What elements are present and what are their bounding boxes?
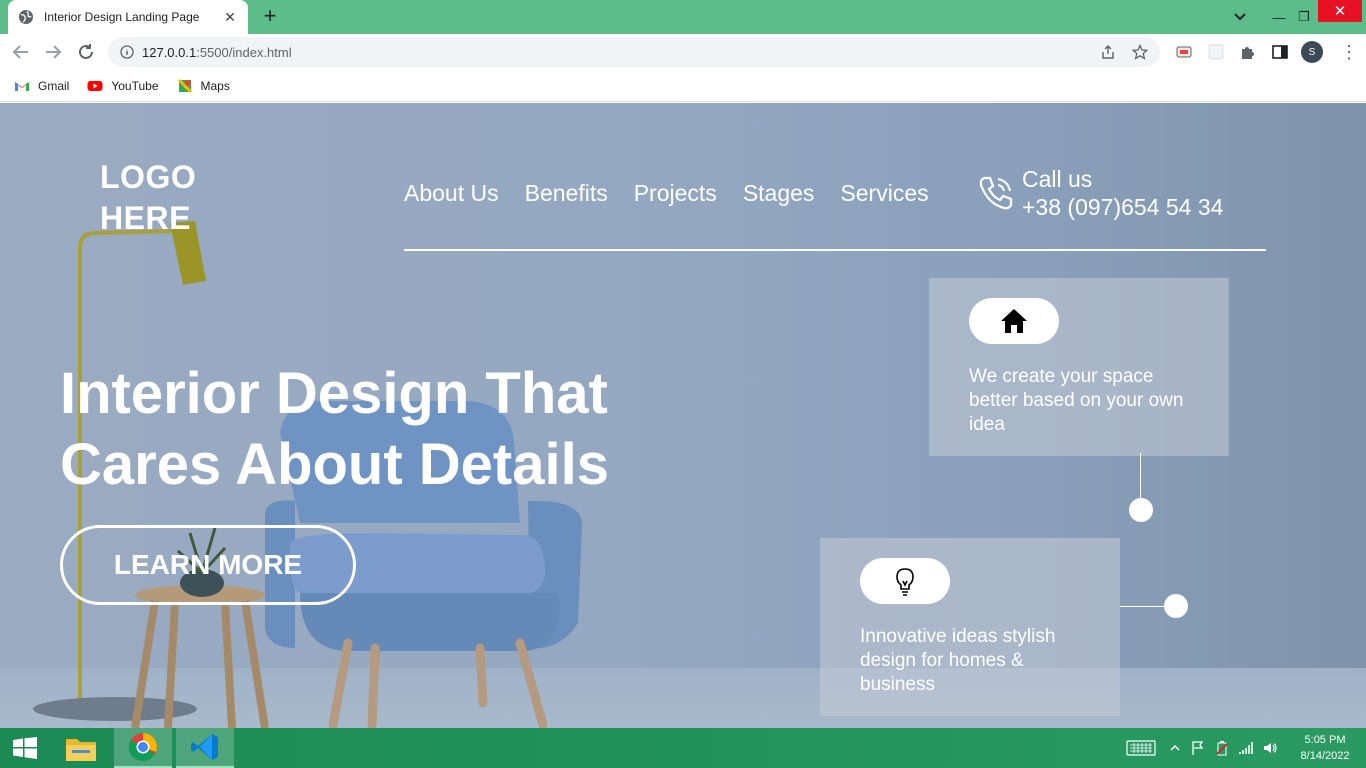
landing-page: LOGO HERE About Us Benefits Projects Sta… (0, 103, 1366, 728)
network-icon[interactable] (1238, 740, 1254, 756)
site-info-icon[interactable] (120, 45, 134, 59)
call-us-label: Call us (1022, 166, 1093, 192)
gmail-icon (15, 81, 29, 91)
house-icon (1001, 309, 1027, 333)
connector-line-vertical (1140, 453, 1141, 503)
chrome-taskbar-button[interactable] (114, 728, 172, 768)
system-tray (1126, 728, 1278, 768)
reload-icon[interactable] (75, 41, 97, 63)
browser-toolbar: 127.0.0.1:5500/index.html S ⋮ (0, 34, 1366, 70)
connector-line-horizontal (1120, 606, 1164, 607)
hero-line-2: Cares About Details (60, 432, 609, 497)
tab-search-icon[interactable] (1230, 6, 1250, 26)
learn-more-button[interactable]: LEARN MORE (60, 525, 356, 605)
connector-dot (1129, 498, 1153, 522)
bookmark-star-icon[interactable] (1132, 44, 1148, 60)
nav-projects[interactable]: Projects (634, 180, 717, 207)
flag-icon[interactable] (1190, 740, 1206, 756)
url-host: 127.0.0.1 (142, 44, 197, 60)
tab-title: Interior Design Landing Page (44, 10, 200, 24)
feature-card-space: We create your space better based on you… (929, 278, 1229, 456)
globe-icon (19, 10, 33, 24)
nav-about-us[interactable]: About Us (404, 180, 499, 207)
clock-date: 8/14/2022 (1300, 750, 1350, 762)
puzzle-extensions-icon[interactable] (1239, 43, 1257, 61)
close-window-button[interactable]: ✕ (1318, 0, 1362, 22)
phone-icon (979, 176, 1013, 210)
connector-dot (1164, 594, 1188, 618)
card-text: Innovative ideas stylish design for home… (860, 626, 1056, 695)
card-icon-pill (969, 298, 1059, 344)
profile-avatar[interactable]: S (1301, 41, 1323, 63)
call-us-block[interactable]: Call us +38 (097)654 54 34 (976, 165, 1223, 221)
file-explorer-button[interactable] (52, 728, 110, 768)
card-text: We create your space better based on you… (969, 366, 1184, 435)
nav-services[interactable]: Services (840, 180, 928, 207)
phone-number: +38 (097)654 54 34 (1022, 194, 1224, 220)
main-nav: About Us Benefits Projects Stages Servic… (404, 180, 929, 207)
side-panel-icon[interactable] (1271, 43, 1289, 61)
forward-arrow-icon[interactable] (42, 41, 64, 63)
bookmark-label: Maps (200, 78, 230, 93)
tab-close-icon[interactable]: ✕ (222, 9, 238, 26)
hero-heading: Interior Design That Cares About Details (60, 358, 609, 500)
bookmark-gmail[interactable]: Gmail (14, 78, 69, 94)
browser-tab[interactable]: Interior Design Landing Page ✕ (8, 0, 248, 34)
tab-strip: Interior Design Landing Page ✕ + — ❐ ✕ (0, 0, 1366, 34)
windows-logo-icon (13, 737, 37, 759)
card-icon-pill (860, 558, 950, 604)
folder-icon (66, 739, 96, 761)
start-button[interactable] (0, 728, 50, 768)
maps-icon (177, 78, 192, 93)
bookmark-label: YouTube (111, 78, 159, 93)
clock-time: 5:05 PM (1304, 734, 1346, 746)
keyboard-icon[interactable] (1126, 739, 1156, 757)
system-clock[interactable]: 5:05 PM 8/14/2022 (1290, 732, 1360, 764)
bookmark-youtube[interactable]: YouTube (87, 78, 159, 94)
nav-divider (404, 249, 1266, 251)
nav-benefits[interactable]: Benefits (525, 180, 608, 207)
site-logo[interactable]: LOGO HERE (100, 157, 196, 239)
url-text: 127.0.0.1:5500/index.html (142, 45, 1100, 60)
vscode-icon (191, 734, 218, 760)
restore-button[interactable]: ❐ (1294, 0, 1314, 34)
minimize-button[interactable]: — (1264, 0, 1294, 34)
back-arrow-icon[interactable] (10, 41, 32, 63)
nav-stages[interactable]: Stages (743, 180, 815, 207)
lightbulb-icon (896, 568, 914, 596)
share-icon[interactable] (1100, 44, 1116, 60)
extension-icon[interactable] (1207, 43, 1225, 61)
cast-extension-icon[interactable] (1175, 43, 1193, 61)
youtube-icon (87, 80, 103, 91)
chevron-up-icon[interactable] (1168, 741, 1182, 755)
volume-icon[interactable] (1262, 740, 1278, 756)
browser-menu-icon[interactable]: ⋮ (1340, 42, 1358, 62)
logo-line-2: HERE (100, 200, 191, 236)
armchair-legs (328, 638, 548, 728)
bookmark-label: Gmail (38, 78, 70, 93)
url-path: :5500/index.html (196, 44, 292, 60)
chrome-icon (128, 733, 157, 762)
logo-line-1: LOGO (100, 159, 197, 195)
bookmark-maps[interactable]: Maps (177, 78, 230, 94)
hero-line-1: Interior Design That (60, 361, 608, 426)
feature-card-ideas: Innovative ideas stylish design for home… (820, 538, 1120, 716)
new-tab-button[interactable]: + (258, 5, 282, 29)
address-bar[interactable]: 127.0.0.1:5500/index.html (108, 37, 1160, 67)
windows-taskbar: 5:05 PM 8/14/2022 (0, 728, 1366, 768)
vscode-taskbar-button[interactable] (176, 728, 234, 768)
battery-icon[interactable] (1214, 740, 1230, 756)
bookmarks-bar: Gmail YouTube Maps (0, 70, 1366, 102)
